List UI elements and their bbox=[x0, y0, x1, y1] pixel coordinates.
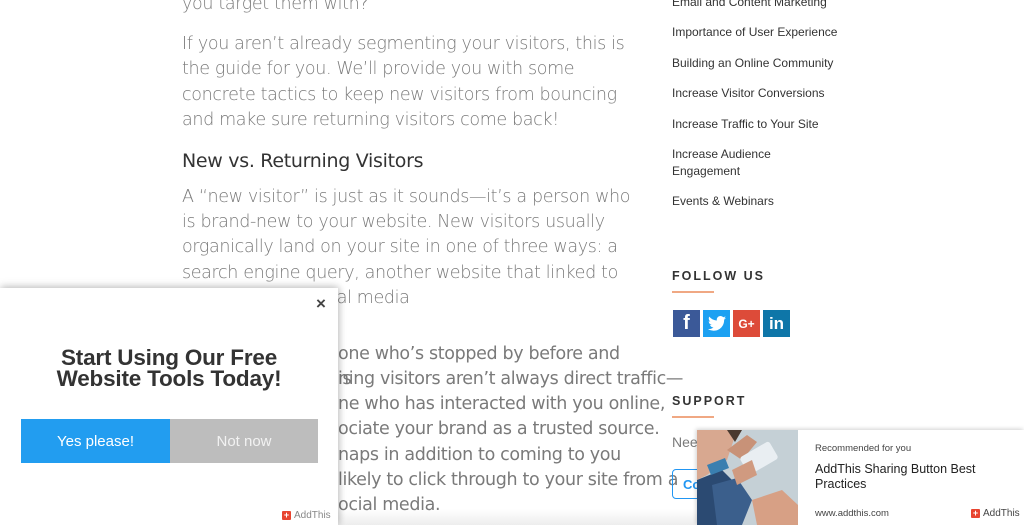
title-underline bbox=[672, 416, 714, 418]
addthis-branding[interactable]: + AddThis bbox=[282, 510, 331, 521]
facebook-icon[interactable]: f bbox=[673, 310, 700, 337]
addthis-logo-icon: + bbox=[971, 508, 980, 518]
recommendation-url: www.addthis.com bbox=[815, 508, 889, 519]
popup-title-line: Website Tools Today! bbox=[56, 366, 282, 391]
topic-link[interactable]: Increase Visitor Conversions bbox=[672, 85, 842, 102]
addthis-logo-icon: + bbox=[282, 510, 291, 520]
addthis-brand-label: AddThis bbox=[983, 508, 1020, 519]
text-line: likely to click through to your site fro… bbox=[338, 469, 679, 490]
text-line: ociate your brand as a trusted source. bbox=[338, 419, 660, 440]
topic-link[interactable]: Email and Content Marketing bbox=[672, 0, 842, 11]
social-links: f G+ in bbox=[673, 310, 790, 337]
topic-link[interactable]: Events & Webinars bbox=[672, 193, 842, 210]
person-with-phone-image bbox=[697, 430, 798, 525]
recommendation-card[interactable]: Recommended for you AddThis Sharing Butt… bbox=[697, 430, 1024, 525]
linkedin-icon[interactable]: in bbox=[763, 310, 790, 337]
twitter-icon[interactable] bbox=[703, 310, 730, 337]
not-now-button[interactable]: Not now bbox=[170, 419, 318, 463]
yes-please-button[interactable]: Yes please! bbox=[21, 419, 170, 463]
topic-list: Email and Content Marketing Importance o… bbox=[672, 0, 842, 224]
addthis-brand-label: AddThis bbox=[294, 510, 331, 521]
topic-link[interactable]: Building an Online Community bbox=[672, 55, 842, 72]
section-heading: New vs. Returning Visitors bbox=[182, 150, 424, 173]
follow-us-title: FOLLOW US bbox=[672, 269, 765, 283]
recommended-label: Recommended for you bbox=[815, 443, 912, 454]
title-underline bbox=[672, 291, 714, 293]
popup-title: Start Using Our Free Website Tools Today… bbox=[0, 345, 338, 391]
google-plus-icon[interactable]: G+ bbox=[733, 310, 760, 337]
recommendation-title[interactable]: AddThis Sharing Button Best Practices bbox=[815, 462, 1005, 491]
close-icon[interactable]: × bbox=[316, 294, 326, 314]
addthis-branding[interactable]: + AddThis bbox=[971, 508, 1020, 519]
recommendation-thumbnail[interactable] bbox=[697, 430, 798, 525]
article-paragraph-partial-lines: ning visitors aren’t always direct traff… bbox=[338, 367, 684, 518]
topic-link[interactable]: Increase Traffic to Your Site bbox=[672, 116, 842, 133]
popup-title-line: Start Using Our Free bbox=[60, 345, 278, 370]
topic-link[interactable]: Importance of User Experience bbox=[672, 24, 842, 41]
article-paragraph: you target them with? bbox=[182, 0, 369, 14]
topic-link[interactable]: Increase Audience Engagement bbox=[672, 146, 782, 180]
addthis-popup: × Start Using Our Free Website Tools Tod… bbox=[0, 288, 338, 525]
article-paragraph: If you aren’t already segmenting your vi… bbox=[182, 34, 625, 130]
twitter-bird-icon bbox=[707, 316, 726, 331]
support-title: SUPPORT bbox=[672, 394, 747, 408]
text-line: ning visitors aren’t always direct traff… bbox=[338, 369, 684, 389]
text-line: naps in addition to coming to you bbox=[338, 444, 621, 465]
article-body: you target them with? If you aren’t alre… bbox=[182, 0, 642, 326]
support-text: Nee bbox=[672, 434, 698, 450]
text-line: ne who has interacted with you online, bbox=[338, 394, 666, 415]
